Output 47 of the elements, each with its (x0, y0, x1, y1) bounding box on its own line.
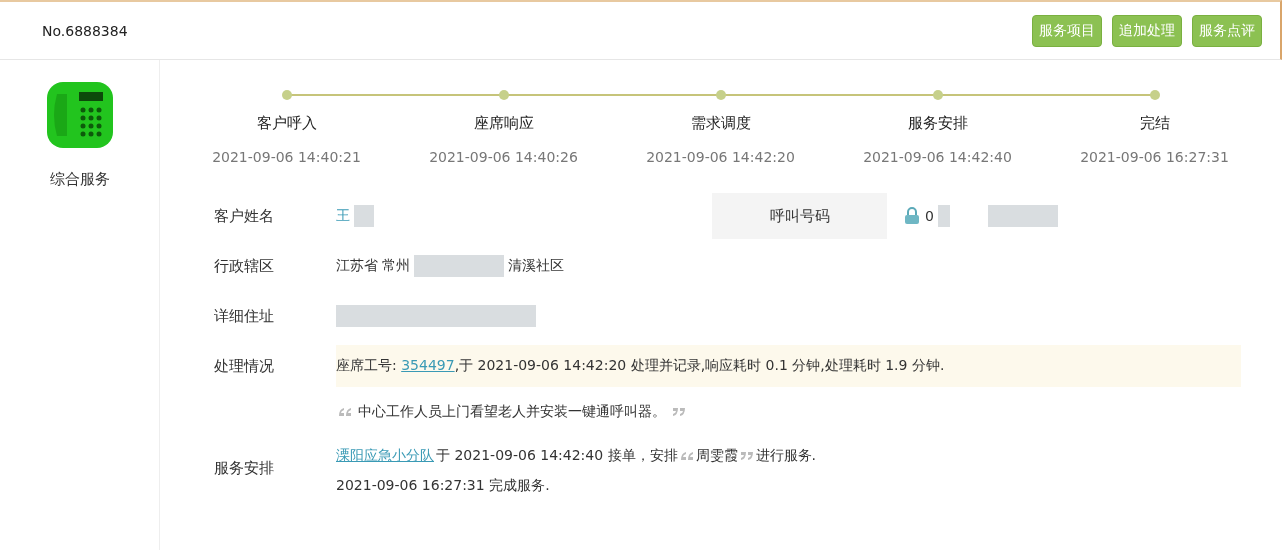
step-time: 2021-09-06 14:42:20 (646, 149, 795, 165)
category-label: 综合服务 (49, 170, 110, 189)
redaction-blur (987, 205, 1058, 227)
step-label: 需求调度 (690, 114, 751, 133)
telephone-icon (44, 80, 115, 150)
step-time: 2021-09-06 14:42:40 (863, 149, 1012, 165)
field-value: 0 (925, 208, 934, 224)
agent-id-link[interactable]: 354497 (401, 357, 455, 373)
quote-icon (679, 451, 694, 461)
step-label: 客户呼入 (256, 114, 317, 133)
quote-icon (672, 407, 686, 417)
redaction-blur (937, 205, 950, 227)
step-label: 服务安排 (907, 114, 968, 133)
step-label: 座席响应 (473, 114, 534, 133)
step-time: 2021-09-06 14:40:21 (212, 149, 361, 165)
step-time: 2021-09-06 16:27:31 (1080, 149, 1229, 165)
step-dot (281, 90, 292, 100)
field-label: 客户姓名 (213, 206, 275, 226)
field-label: 详细住址 (213, 306, 275, 326)
step-dot (715, 90, 726, 100)
completion-text: 2021-09-06 16:27:31 完成服务. (336, 477, 551, 495)
quote-icon (338, 407, 352, 417)
step-time: 2021-09-06 14:40:26 (429, 149, 578, 165)
step-dot (498, 90, 509, 100)
step-label: 完结 (1139, 114, 1170, 133)
team-link[interactable]: 溧阳应急小分队 (336, 447, 434, 465)
step-dot (1149, 90, 1160, 100)
quote-icon (739, 451, 754, 461)
record-number: No.6888384 (42, 22, 128, 39)
lock-icon (903, 207, 921, 225)
field-value: 江苏省 常州 (336, 257, 411, 275)
processing-text: 座席工号: 354497,于 2021-09-06 14:42:20 处理并记录,响应耗时 0.1 分钟,处理耗时 1.9 分钟. (336, 345, 1241, 387)
field-label: 行政辖区 (213, 256, 275, 276)
field-label: 呼叫号码 (712, 193, 887, 239)
field-value: 清溪社区 (508, 257, 565, 275)
staff-name: 周雯霞 (695, 447, 738, 465)
arrangement-text: 进行服务. (755, 447, 817, 465)
action-button[interactable]: 服务点评 (1192, 14, 1262, 47)
field-label: 服务安排 (213, 458, 275, 478)
action-button[interactable]: 追加处理 (1112, 14, 1182, 47)
field-value: 王 (336, 207, 350, 225)
redaction-blur (354, 205, 374, 227)
action-button[interactable]: 服务项目 (1032, 14, 1102, 47)
note-text: 中心工作人员上门看望老人并安装一键通呼叫器。 (358, 403, 666, 421)
arrangement-text: 于 2021-09-06 14:42:40 接单，安排 (436, 447, 678, 465)
step-dot (932, 90, 943, 100)
field-label: 处理情况 (213, 356, 275, 376)
